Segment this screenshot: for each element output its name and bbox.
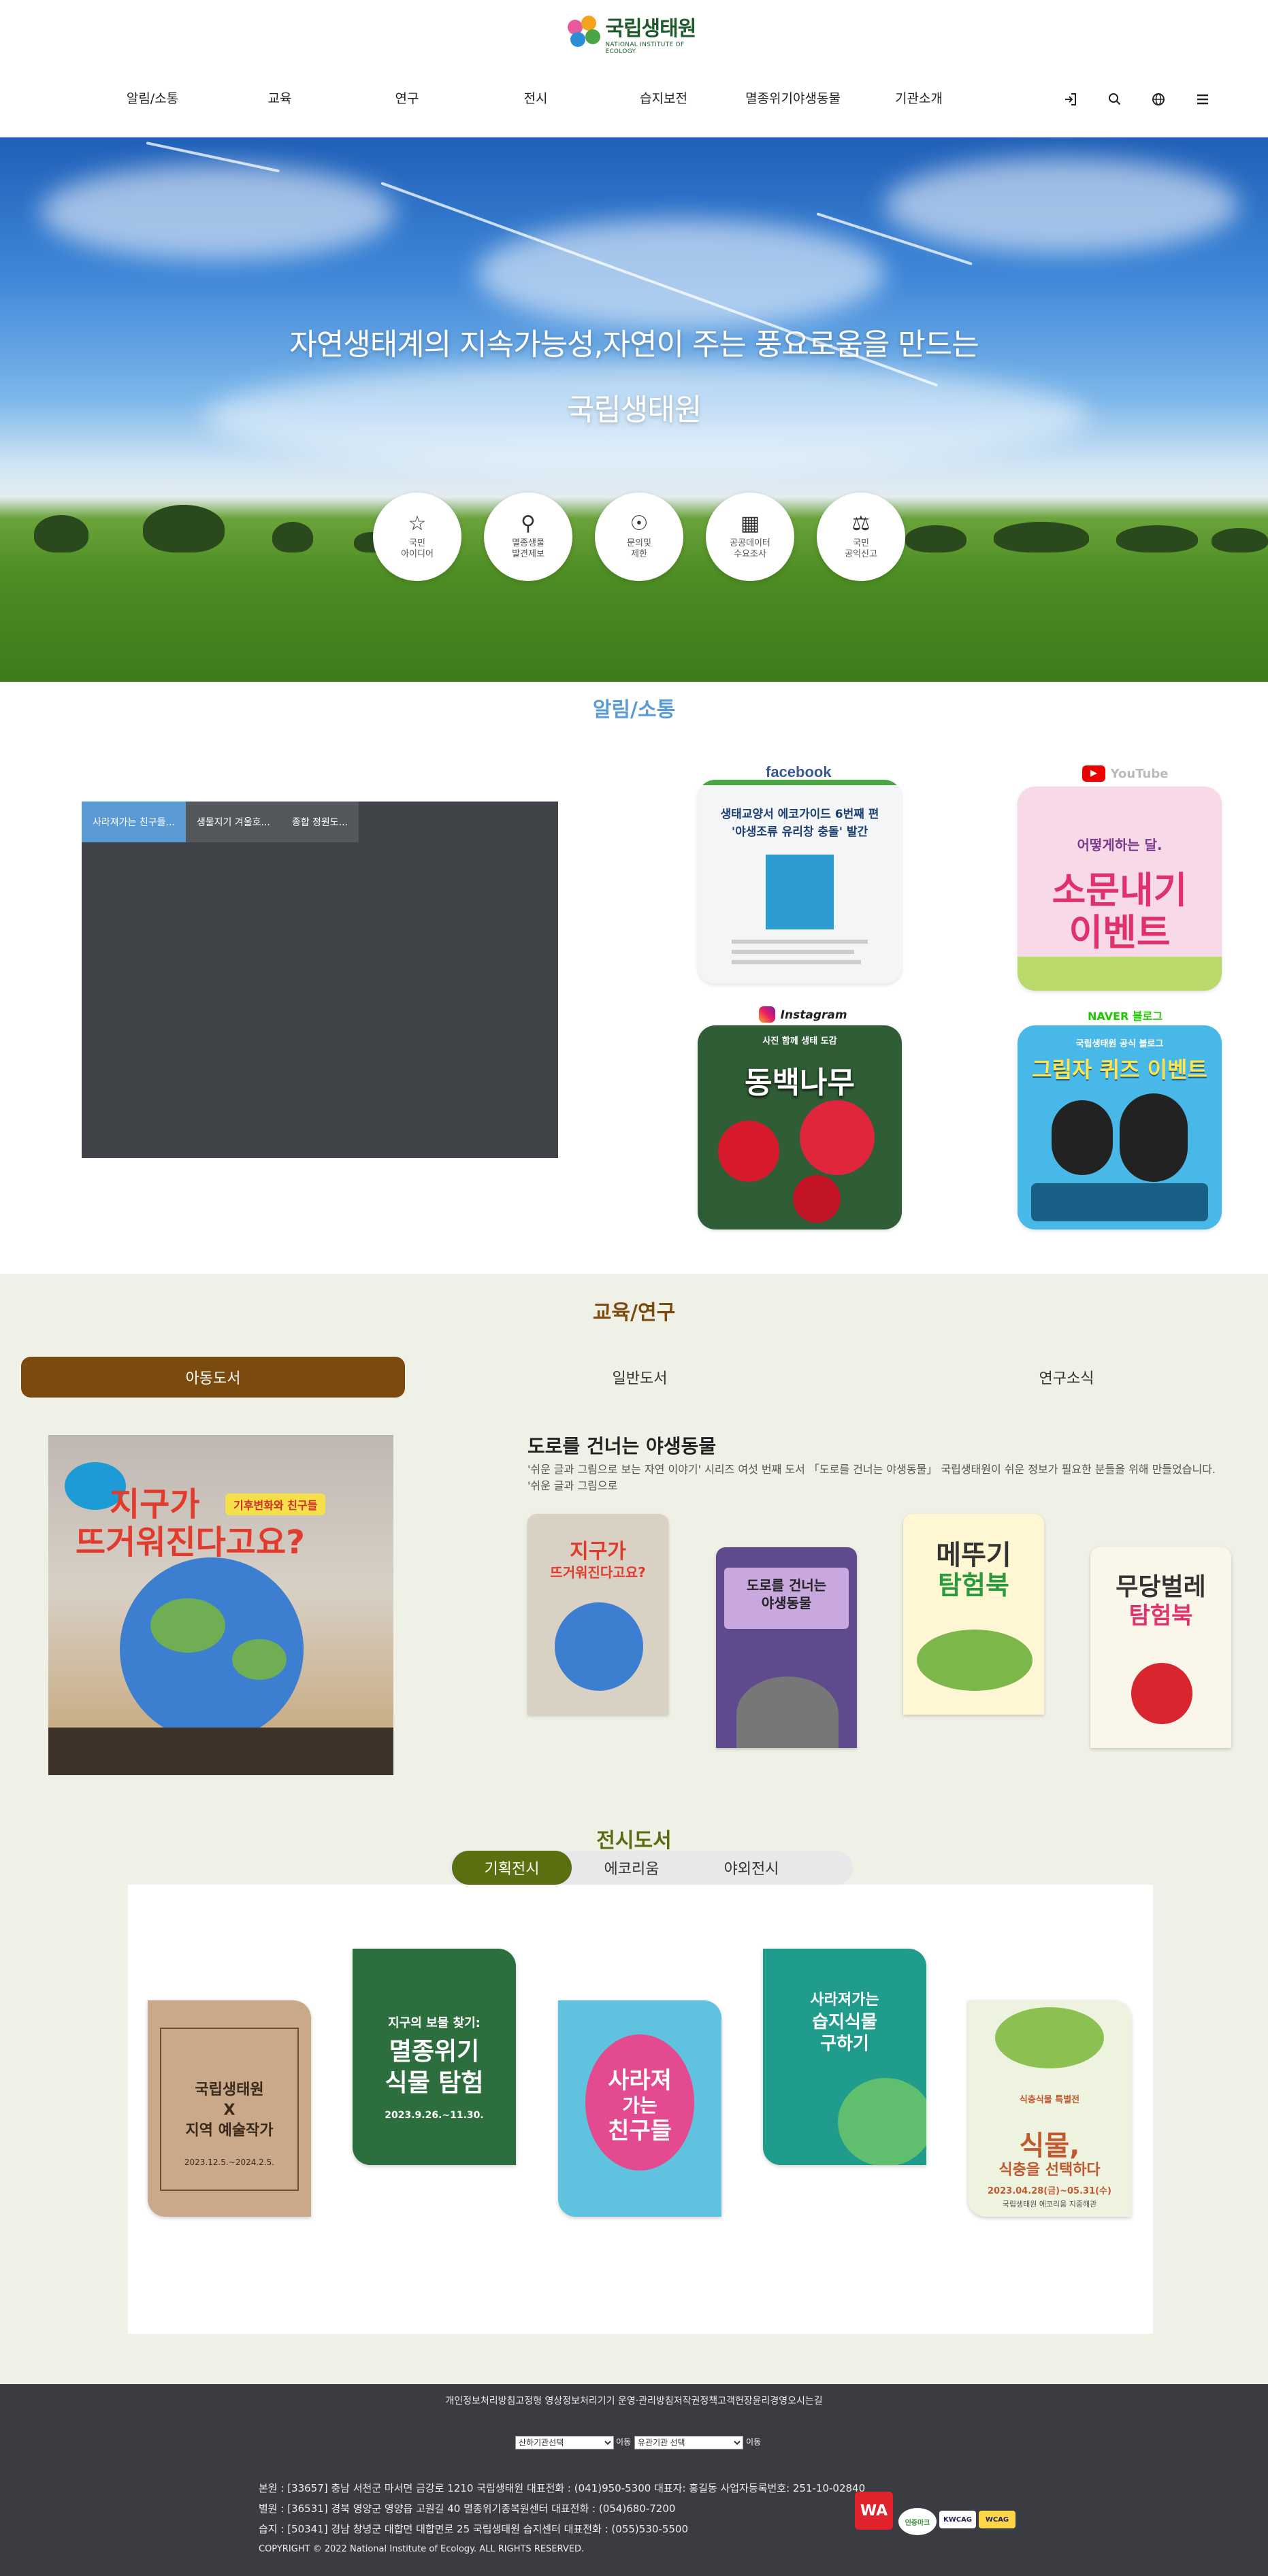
book-description: '쉬운 글과 그림으로 보는 자연 이야기' 시리즈 여섯 번째 도서 「도로를… <box>527 1463 1216 1492</box>
nav-item-notice[interactable]: 알림/소통 <box>127 88 178 107</box>
search-icon[interactable] <box>1105 90 1124 109</box>
related-select[interactable]: 유관기관 선택 <box>634 2436 743 2449</box>
book-thumb-4[interactable]: 무당벌레 탐험북 <box>1090 1547 1231 1748</box>
youtube-post-card[interactable]: 어떻게하는 달. 소문내기 이벤트 <box>1018 787 1222 991</box>
menu-icon[interactable] <box>1193 90 1212 109</box>
book-thumb-1[interactable]: 지구가 뜨거워진다고요? <box>527 1514 668 1715</box>
site-header: 국립생태원 NATIONAL INSTITUTE OF ECOLOGY 알림/소… <box>0 0 1268 137</box>
book-thumb-2[interactable]: 도로를 건너는 야생동물 <box>716 1547 857 1748</box>
instagram-label: Instagram <box>759 1006 847 1023</box>
quick-link-public-report[interactable]: ⚖ 국민 공익신고 <box>817 493 905 581</box>
notice-section-title: 알림/소통 <box>592 698 676 722</box>
footer-info: 본원 : [33657] 충남 서천군 마서면 금강로 1210 국립생태원 대… <box>259 2482 866 2554</box>
site-logo[interactable]: 국립생태원 NATIONAL INSTITUTE OF ECOLOGY <box>565 10 708 57</box>
tab-general-books[interactable]: 일반도서 <box>448 1357 832 1398</box>
quick-link-data[interactable]: ▦ 공공데이터 수요조사 <box>706 493 794 581</box>
edu-section-title: 교육/연구 <box>592 1301 676 1325</box>
related-go-button[interactable]: 이동 <box>746 2436 761 2447</box>
quick-link-inquiry[interactable]: ☉ 문의및 제한 <box>595 493 683 581</box>
exhibit-poster-3[interactable]: 사라져 가는 친구들 <box>558 2000 721 2217</box>
exhibit-section-title: 전시도서 <box>596 1829 672 1853</box>
nav-item-endangered[interactable]: 멸종위기야생동물 <box>745 88 841 107</box>
notice-tab-2[interactable]: 생물지기 겨울호... <box>185 802 281 842</box>
globe-icon[interactable] <box>1149 90 1168 109</box>
book-thumb-3[interactable]: 메뚜기 탐험북 <box>903 1514 1044 1715</box>
globe-inquiry-icon: ☉ <box>630 511 649 535</box>
scale-report-icon: ⚖ <box>851 511 871 535</box>
nav-item-about[interactable]: 기관소개 <box>895 88 943 107</box>
tab-ecorium[interactable]: 에코리움 <box>572 1851 692 1885</box>
affiliate-select[interactable]: 산하기관선택 <box>515 2436 614 2449</box>
logo-title: 국립생태원 <box>605 17 696 41</box>
login-icon[interactable] <box>1061 90 1080 109</box>
facebook-label: facebook <box>766 763 832 780</box>
tab-special-exhibit[interactable]: 기획전시 <box>452 1851 572 1885</box>
wcag-badge: WCAG <box>979 2511 1015 2528</box>
people-idea-icon: ☆ <box>408 511 427 535</box>
nav-item-research[interactable]: 연구 <box>395 88 419 107</box>
quick-link-report[interactable]: ⚲ 멸종생물 발견제보 <box>484 493 572 581</box>
book-title: 도로를 건너는 야생동물 <box>527 1435 717 1457</box>
notice-board <box>82 802 558 1158</box>
nav-item-wetland[interactable]: 습지보전 <box>640 88 687 107</box>
exhibit-poster-2[interactable]: 지구의 보물 찾기: 멸종위기 식물 탐험 2023.9.26.~11.30. <box>353 1949 516 2165</box>
notice-tab-1[interactable]: 사라져가는 친구들... <box>82 802 186 842</box>
logo-subtitle: NATIONAL INSTITUTE OF ECOLOGY <box>605 42 685 55</box>
footer-links[interactable]: 개인정보처리방침고정형 영상정보처리기기 운영·관리방침저작권정책고객헌장윤리경… <box>0 2394 1268 2407</box>
exhibit-tabs: 기획전시 에코리움 야외전시 <box>449 1851 853 1885</box>
hero-banner: 자연생태계의 지속가능성,자연이 주는 풍요로움을 만드는 국립생태원 <box>0 137 1268 682</box>
cert-badge: 인증마크 <box>898 2508 937 2535</box>
quick-link-idea[interactable]: ☆ 국민 아이디어 <box>373 493 461 581</box>
nav-item-education[interactable]: 교육 <box>268 88 292 107</box>
naver-blog-label: NAVER 블로그 <box>1088 1010 1163 1023</box>
tab-research-news[interactable]: 연구소식 <box>875 1357 1258 1398</box>
location-report-icon: ⚲ <box>521 511 536 535</box>
nav-item-exhibition[interactable]: 전시 <box>524 88 548 107</box>
kwcag-badge: KWCAG <box>939 2511 976 2528</box>
instagram-post-card[interactable]: 사진 함께 생태 도감 동백나무 <box>698 1025 902 1229</box>
logo-mark-icon <box>565 14 600 52</box>
exhibit-poster-4[interactable]: 사라져가는 습지식물 구하기 <box>763 1949 926 2165</box>
notice-tab-3[interactable]: 종합 정원도... <box>280 802 359 842</box>
hero-title-line2: 국립생태원 <box>566 393 702 427</box>
affiliate-go-button[interactable]: 이동 <box>616 2436 631 2447</box>
exhibit-poster-5[interactable]: 식물, 식충을 선택하다 식충식물 특별전 2023.04.28(금)~05.3… <box>968 2000 1131 2217</box>
tab-children-books[interactable]: 아동도서 <box>21 1357 405 1398</box>
featured-book-cover[interactable]: 기후변화와 친구들 지구가 뜨거워진다고요? <box>48 1435 393 1775</box>
data-survey-icon: ▦ <box>740 511 760 535</box>
wa-badge: WA <box>855 2492 893 2530</box>
instagram-icon <box>759 1006 775 1023</box>
exhibit-poster-1[interactable]: 국립생태원 X 지역 예술작가 2023.12.5.~2024.2.5. <box>148 2000 311 2217</box>
youtube-icon: ▶ <box>1082 765 1105 782</box>
naver-post-card[interactable]: 국립생태원 공식 블로그 그림자 퀴즈 이벤트 <box>1018 1025 1222 1229</box>
youtube-label: ▶ YouTube <box>1082 765 1168 782</box>
facebook-post-card[interactable]: 생태교양서 에코가이드 6번째 편 '야생조류 유리창 충돌' 발간 <box>698 780 902 984</box>
hero-title-line1: 자연생태계의 지속가능성,자연이 주는 풍요로움을 만드는 <box>289 327 979 362</box>
tab-outdoor-exhibit[interactable]: 야외전시 <box>692 1851 811 1885</box>
notice-tabs: 사라져가는 친구들... 생물지기 겨울호... 종합 정원도... <box>82 802 359 842</box>
